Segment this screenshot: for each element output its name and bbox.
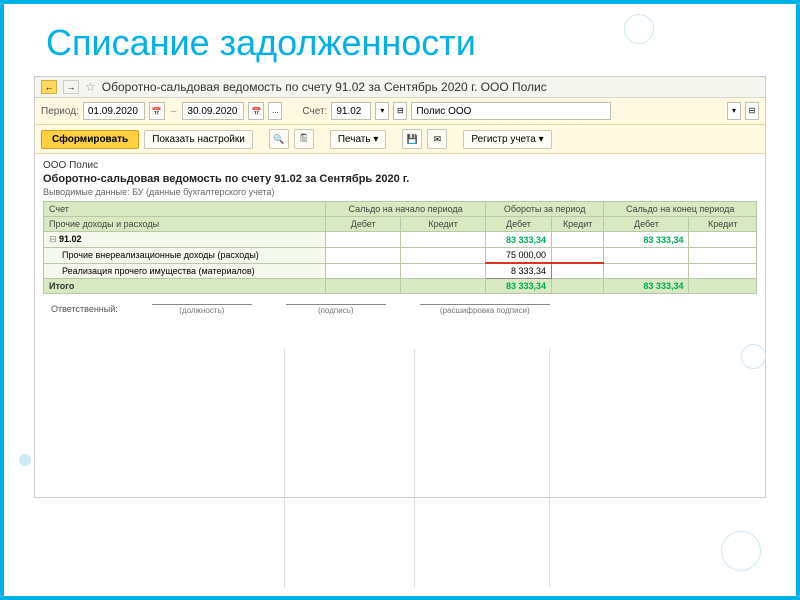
col-credit: Кредит [689, 217, 757, 232]
search-icon[interactable]: 🔍 [269, 129, 289, 149]
action-toolbar: Сформировать Показать настройки 🔍 🖺 Печа… [35, 125, 765, 154]
save-icon[interactable]: 💾 [402, 129, 422, 149]
account-label: Счет: [302, 106, 327, 117]
cell-acct: Реализация прочего имущества (материалов… [44, 263, 326, 279]
account-select-button[interactable]: ⊟ [393, 102, 407, 120]
table-total-row: Итого 83 333,34 83 333,34 [44, 279, 757, 294]
account-input[interactable] [331, 102, 371, 120]
app-header: ← → ☆ Оборотно-сальдовая ведомость по сч… [35, 77, 765, 98]
col-turnover: Обороты за период [485, 202, 603, 217]
decoration [741, 344, 766, 369]
email-icon[interactable]: ✉ [427, 129, 447, 149]
nav-back-button[interactable]: ← [41, 80, 57, 94]
favorite-icon[interactable]: ☆ [85, 80, 96, 94]
col-bal-end: Сальдо на конец периода [604, 202, 757, 217]
table-row: ⊟91.02 83 333,34 83 333,34 [44, 232, 757, 248]
sign-decipher: (расшифровка подписи) [420, 304, 550, 315]
col-subaccount: Прочие доходы и расходы [44, 217, 326, 232]
decoration [624, 14, 654, 44]
refresh-icon[interactable]: 🖺 [294, 129, 314, 149]
org-dropdown-button[interactable]: ▾ [727, 102, 741, 120]
decoration [19, 454, 31, 466]
org-input[interactable] [411, 102, 611, 120]
grid-line [414, 349, 415, 588]
cell-turn-debit: 75 000,00 [485, 248, 551, 264]
table-row: Реализация прочего имущества (материалов… [44, 263, 757, 279]
calendar-icon[interactable]: 📅 [149, 102, 165, 120]
col-account: Счет [44, 202, 326, 217]
cell-acct: Прочие внереализационные доходы (расходы… [44, 248, 326, 264]
col-bal-start: Сальдо на начало периода [326, 202, 486, 217]
form-button[interactable]: Сформировать [41, 130, 139, 149]
period-more-button[interactable]: ... [268, 102, 282, 120]
col-credit: Кредит [401, 217, 486, 232]
col-debit: Дебет [604, 217, 689, 232]
cell-total-end-debit: 83 333,34 [604, 279, 689, 294]
report-subtitle: Выводимые данные: БУ (данные бухгалтерск… [43, 187, 757, 197]
cell-total-label: Итого [44, 279, 326, 294]
company-name: ООО Полис [43, 160, 757, 171]
register-label: Регистр учета [471, 134, 535, 145]
print-label: Печать [338, 134, 371, 145]
report-table: Счет Сальдо на начало периода Обороты за… [43, 201, 757, 294]
window-title: Оборотно-сальдовая ведомость по счету 91… [102, 80, 547, 94]
date-from-input[interactable] [83, 102, 145, 120]
slide-title: Списание задолженности [4, 4, 796, 64]
app-window: ← → ☆ Оборотно-сальдовая ведомость по сч… [34, 76, 766, 498]
cell-total-turn-debit: 83 333,34 [485, 279, 551, 294]
cell-acct: 91.02 [59, 234, 82, 244]
report-body: ООО Полис Оборотно-сальдовая ведомость п… [35, 154, 765, 497]
sign-signature: (подпись) [286, 304, 386, 315]
cell-turn-debit: 8 333,34 [485, 263, 551, 279]
date-to-input[interactable] [182, 102, 244, 120]
grid-line [549, 349, 550, 588]
show-settings-button[interactable]: Показать настройки [144, 130, 253, 149]
org-select-button[interactable]: ⊟ [745, 102, 759, 120]
report-title: Оборотно-сальдовая ведомость по счету 91… [43, 173, 757, 185]
grid-line [284, 349, 285, 588]
calendar-icon[interactable]: 📅 [248, 102, 264, 120]
account-dropdown-button[interactable]: ▾ [375, 102, 389, 120]
decoration [721, 531, 761, 571]
responsible-label: Ответственный: [51, 304, 118, 315]
table-row: Прочие внереализационные доходы (расходы… [44, 248, 757, 264]
cell-turn-debit: 83 333,34 [485, 232, 551, 248]
register-button[interactable]: Регистр учета ▾ [463, 130, 551, 149]
nav-forward-button[interactable]: → [63, 80, 79, 94]
date-dash: – [169, 106, 179, 117]
print-button[interactable]: Печать ▾ [330, 130, 387, 149]
slide-frame: Списание задолженности ← → ☆ Оборотно-са… [0, 0, 800, 600]
signature-row: Ответственный: (должность) (подпись) (ра… [51, 304, 757, 315]
sign-position: (должность) [152, 304, 252, 315]
collapse-icon[interactable]: ⊟ [49, 234, 59, 245]
period-toolbar: Период: 📅 – 📅 ... Счет: ▾ ⊟ ▾ ⊟ [35, 98, 765, 125]
col-debit: Дебет [326, 217, 401, 232]
col-debit: Дебет [485, 217, 551, 232]
col-credit: Кредит [552, 217, 604, 232]
cell-end-debit: 83 333,34 [604, 232, 689, 248]
period-label: Период: [41, 106, 79, 117]
